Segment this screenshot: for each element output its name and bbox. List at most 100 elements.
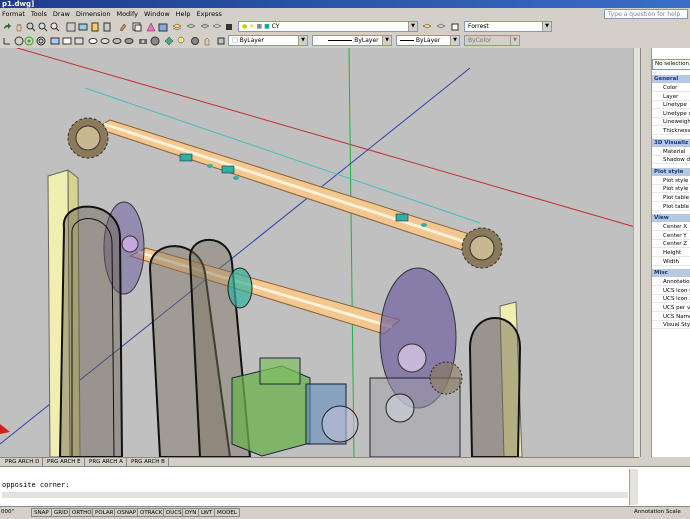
quickcalc-icon[interactable] <box>158 22 168 32</box>
grid-button[interactable]: GRID <box>51 508 71 517</box>
menu-draw[interactable]: Draw <box>51 10 74 18</box>
sheet-set-icon[interactable] <box>132 22 142 32</box>
properties-section-header[interactable]: 3D Visualiz <box>652 138 690 147</box>
pan-icon[interactable] <box>14 22 24 32</box>
menu-express[interactable]: Express <box>194 10 225 18</box>
chevron-down-icon[interactable]: ▼ <box>542 22 551 31</box>
command-vertical-scrollbar[interactable] <box>629 469 638 505</box>
dyn-button[interactable]: DYN <box>182 508 200 517</box>
properties-icon[interactable] <box>66 22 76 32</box>
layer-dropdown[interactable]: ● ☀ ■ ■ CY ▼ <box>238 21 418 32</box>
property-row[interactable]: Linetype <box>652 101 690 110</box>
menu-format[interactable]: Format <box>0 10 29 18</box>
selection-dropdown[interactable]: No selection <box>652 59 690 70</box>
lwt-button[interactable]: LWT <box>198 508 216 517</box>
color-control-icon[interactable] <box>216 36 226 46</box>
make-object-layer-current-icon[interactable] <box>422 22 432 32</box>
walk-icon[interactable] <box>150 36 160 46</box>
menu-tools[interactable]: Tools <box>29 10 51 18</box>
property-row[interactable]: Center Z <box>652 240 690 249</box>
properties-section-header[interactable]: Plot style <box>652 167 690 176</box>
redo-icon[interactable] <box>2 22 12 32</box>
layer-walk-icon[interactable] <box>224 22 234 32</box>
view-right-icon[interactable] <box>74 36 84 46</box>
property-row[interactable]: Plot table a <box>652 194 690 202</box>
nw-iso-icon[interactable] <box>124 36 134 46</box>
osnap-button[interactable]: OSNAP <box>114 508 140 517</box>
properties-section-header[interactable]: General <box>652 75 690 83</box>
chevron-down-icon[interactable]: ▼ <box>382 36 391 45</box>
properties-section-header[interactable]: Misc <box>652 269 690 278</box>
zoom-window-icon[interactable] <box>38 22 48 32</box>
menu-modify[interactable]: Modify <box>114 10 142 18</box>
ne-iso-icon[interactable] <box>112 36 122 46</box>
render-icon[interactable] <box>164 36 174 46</box>
property-row[interactable]: UCS per vi <box>652 304 690 312</box>
lineweight-dropdown[interactable]: ByLayer ▼ <box>396 35 460 46</box>
property-row[interactable]: Layer <box>652 92 690 101</box>
linetype-dropdown[interactable]: ByLayer ▼ <box>312 35 392 46</box>
chevron-down-icon[interactable]: ▼ <box>298 36 307 45</box>
property-row[interactable]: Linetype sc <box>652 109 690 118</box>
tool-palettes-icon[interactable] <box>90 22 100 32</box>
menu-help[interactable]: Help <box>174 10 195 18</box>
command-horizontal-scrollbar[interactable] <box>2 492 628 498</box>
property-row[interactable]: Plot table ty <box>652 202 690 211</box>
command-window[interactable]: opposite corner: <box>0 466 690 507</box>
polar-button[interactable]: POLAR <box>92 508 117 517</box>
layer-manager-icon[interactable] <box>172 22 182 32</box>
property-row[interactable]: Center X <box>652 223 690 232</box>
design-center-icon[interactable] <box>78 22 88 32</box>
match-properties-icon[interactable] <box>118 22 128 32</box>
color-dropdown[interactable]: ■ ByLayer ▼ <box>228 35 308 46</box>
drawing-viewport[interactable] <box>0 48 639 457</box>
property-row[interactable]: Lineweight <box>652 118 690 127</box>
properties-section-header[interactable]: View <box>652 214 690 223</box>
chevron-down-icon[interactable]: ▼ <box>450 36 459 45</box>
visual-style-dropdown[interactable]: Forrest ▼ <box>464 21 552 32</box>
calculator-icon[interactable] <box>102 22 112 32</box>
chevron-down-icon[interactable]: ▼ <box>408 22 417 31</box>
layer-isolate-icon[interactable] <box>212 22 222 32</box>
model-button[interactable]: MODEL <box>214 508 240 517</box>
lights-icon[interactable] <box>176 36 186 46</box>
camera-icon[interactable] <box>138 36 148 46</box>
property-row[interactable]: Material <box>652 147 690 156</box>
layer-state-icon[interactable] <box>200 22 210 32</box>
property-row[interactable]: UCS icon O <box>652 286 690 295</box>
ucs-icon[interactable] <box>2 36 12 46</box>
property-row[interactable]: Color <box>652 84 690 92</box>
property-row[interactable]: Center Y <box>652 231 690 240</box>
visual-style-icon[interactable] <box>450 22 460 32</box>
menu-window[interactable]: Window <box>142 10 174 18</box>
help-search-input[interactable]: Type a question for help <box>604 9 688 19</box>
property-row[interactable]: Plot style ta <box>652 185 690 194</box>
continuous-orbit-icon[interactable] <box>36 36 46 46</box>
view-front-icon[interactable] <box>62 36 72 46</box>
property-row[interactable]: Shadow disp <box>652 156 690 165</box>
property-row[interactable]: Annotation <box>652 278 690 287</box>
markup-icon[interactable] <box>146 22 156 32</box>
snap-button[interactable]: SNAP <box>31 508 52 517</box>
property-row[interactable]: Visual Style <box>652 321 690 330</box>
property-row[interactable]: Height <box>652 249 690 257</box>
pan-3d-icon[interactable] <box>202 36 212 46</box>
se-iso-icon[interactable] <box>100 36 110 46</box>
view-top-icon[interactable] <box>50 36 60 46</box>
zoom-realtime-icon[interactable] <box>26 22 36 32</box>
property-row[interactable]: Plot style <box>652 176 690 185</box>
ortho-button[interactable]: ORTHO <box>69 508 95 517</box>
material-icon[interactable] <box>190 36 200 46</box>
zoom-previous-icon[interactable] <box>50 22 60 32</box>
property-row[interactable]: Thickness <box>652 127 690 135</box>
otrack-button[interactable]: OTRACK <box>137 508 166 517</box>
property-row[interactable]: UCS icon a <box>652 295 690 304</box>
layer-previous-icon[interactable] <box>186 22 196 32</box>
free-orbit-icon[interactable] <box>24 36 34 46</box>
menu-dimension[interactable]: Dimension <box>74 10 115 18</box>
layer-previous-small-icon[interactable] <box>436 22 446 32</box>
property-row[interactable]: UCS Name <box>652 312 690 321</box>
property-row[interactable]: Width <box>652 257 690 266</box>
palette-title-strip[interactable] <box>641 48 652 457</box>
sw-iso-icon[interactable] <box>88 36 98 46</box>
